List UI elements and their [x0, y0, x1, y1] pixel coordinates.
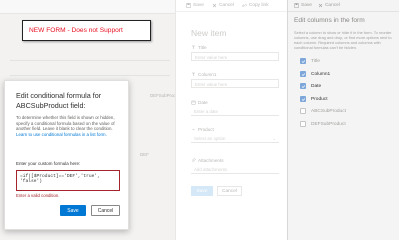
- dialog-save-button[interactable]: Save: [60, 205, 86, 216]
- formula-prompt: Enter your custom formula here:: [16, 161, 81, 166]
- conditional-formula-dialog: Edit conditional formula for ABCSubProdu…: [4, 80, 129, 230]
- columns-save-command[interactable]: Save: [294, 3, 312, 8]
- columns-panel-title: Edit columns in the form: [294, 17, 365, 24]
- columns-cancel-command[interactable]: Cancel: [318, 3, 340, 8]
- list-command-bar: [0, 0, 175, 14]
- column-name: DEFSubProduct: [311, 121, 346, 127]
- edit-columns-panel: Save Cancel Edit columns in the form Sel…: [287, 0, 399, 240]
- annotation-text: NEW FORM - Does not Support: [29, 27, 123, 34]
- column-row[interactable]: Product: [300, 96, 328, 102]
- column-checkbox[interactable]: [300, 108, 306, 114]
- formula-error-message: Enter a valid condition.: [16, 193, 60, 198]
- learn-conditional-formulas-link[interactable]: Learn to use conditional formulas in a l…: [16, 132, 107, 137]
- column-name: Title: [311, 58, 320, 64]
- checkmark-icon: [301, 97, 305, 101]
- column-row[interactable]: DEFSubProduct: [300, 121, 346, 127]
- formula-input[interactable]: =if([$Product]=='DEF','true', 'false'): [16, 170, 120, 191]
- column-name: Product: [311, 96, 328, 102]
- columns-save-label: Save: [301, 3, 312, 8]
- dialog-title: Edit conditional formula for ABCSubProdu…: [16, 91, 102, 110]
- column-checkbox[interactable]: [300, 121, 306, 127]
- dialog-description: To determine whether this field is shown…: [16, 115, 124, 137]
- background-list-text: DEF: [140, 152, 149, 157]
- column-checkbox[interactable]: [300, 58, 306, 64]
- column-checkbox[interactable]: [300, 83, 306, 89]
- column-name: Date: [311, 83, 322, 89]
- column-checkbox[interactable]: [300, 71, 306, 77]
- annotation-callout: NEW FORM - Does not Support: [22, 20, 151, 41]
- column-row[interactable]: ABCSubProduct: [300, 108, 346, 114]
- dialog-cancel-button[interactable]: Cancel: [91, 205, 120, 216]
- close-icon: [318, 3, 323, 8]
- column-row[interactable]: Column1: [300, 71, 330, 77]
- columns-cancel-label: Cancel: [324, 3, 340, 8]
- columns-toolbar: Save Cancel: [288, 0, 399, 12]
- dialog-description-text: To determine whether this field is shown…: [16, 115, 115, 132]
- checkmark-icon: [301, 59, 305, 63]
- column-row[interactable]: Date: [300, 83, 321, 89]
- column-name: Column1: [311, 71, 331, 77]
- list-row-divider: [10, 60, 170, 61]
- column-checkbox[interactable]: [300, 96, 306, 102]
- column-row[interactable]: Title: [300, 58, 320, 64]
- checkmark-icon: [301, 84, 305, 88]
- form-dim-overlay: [175, 0, 287, 240]
- checkmark-icon: [301, 72, 305, 76]
- list-row-divider: [10, 75, 170, 76]
- column-name: ABCSubProduct: [311, 108, 346, 114]
- save-icon: [294, 3, 299, 8]
- columns-panel-help: Select a column to show or hide it in th…: [294, 30, 392, 51]
